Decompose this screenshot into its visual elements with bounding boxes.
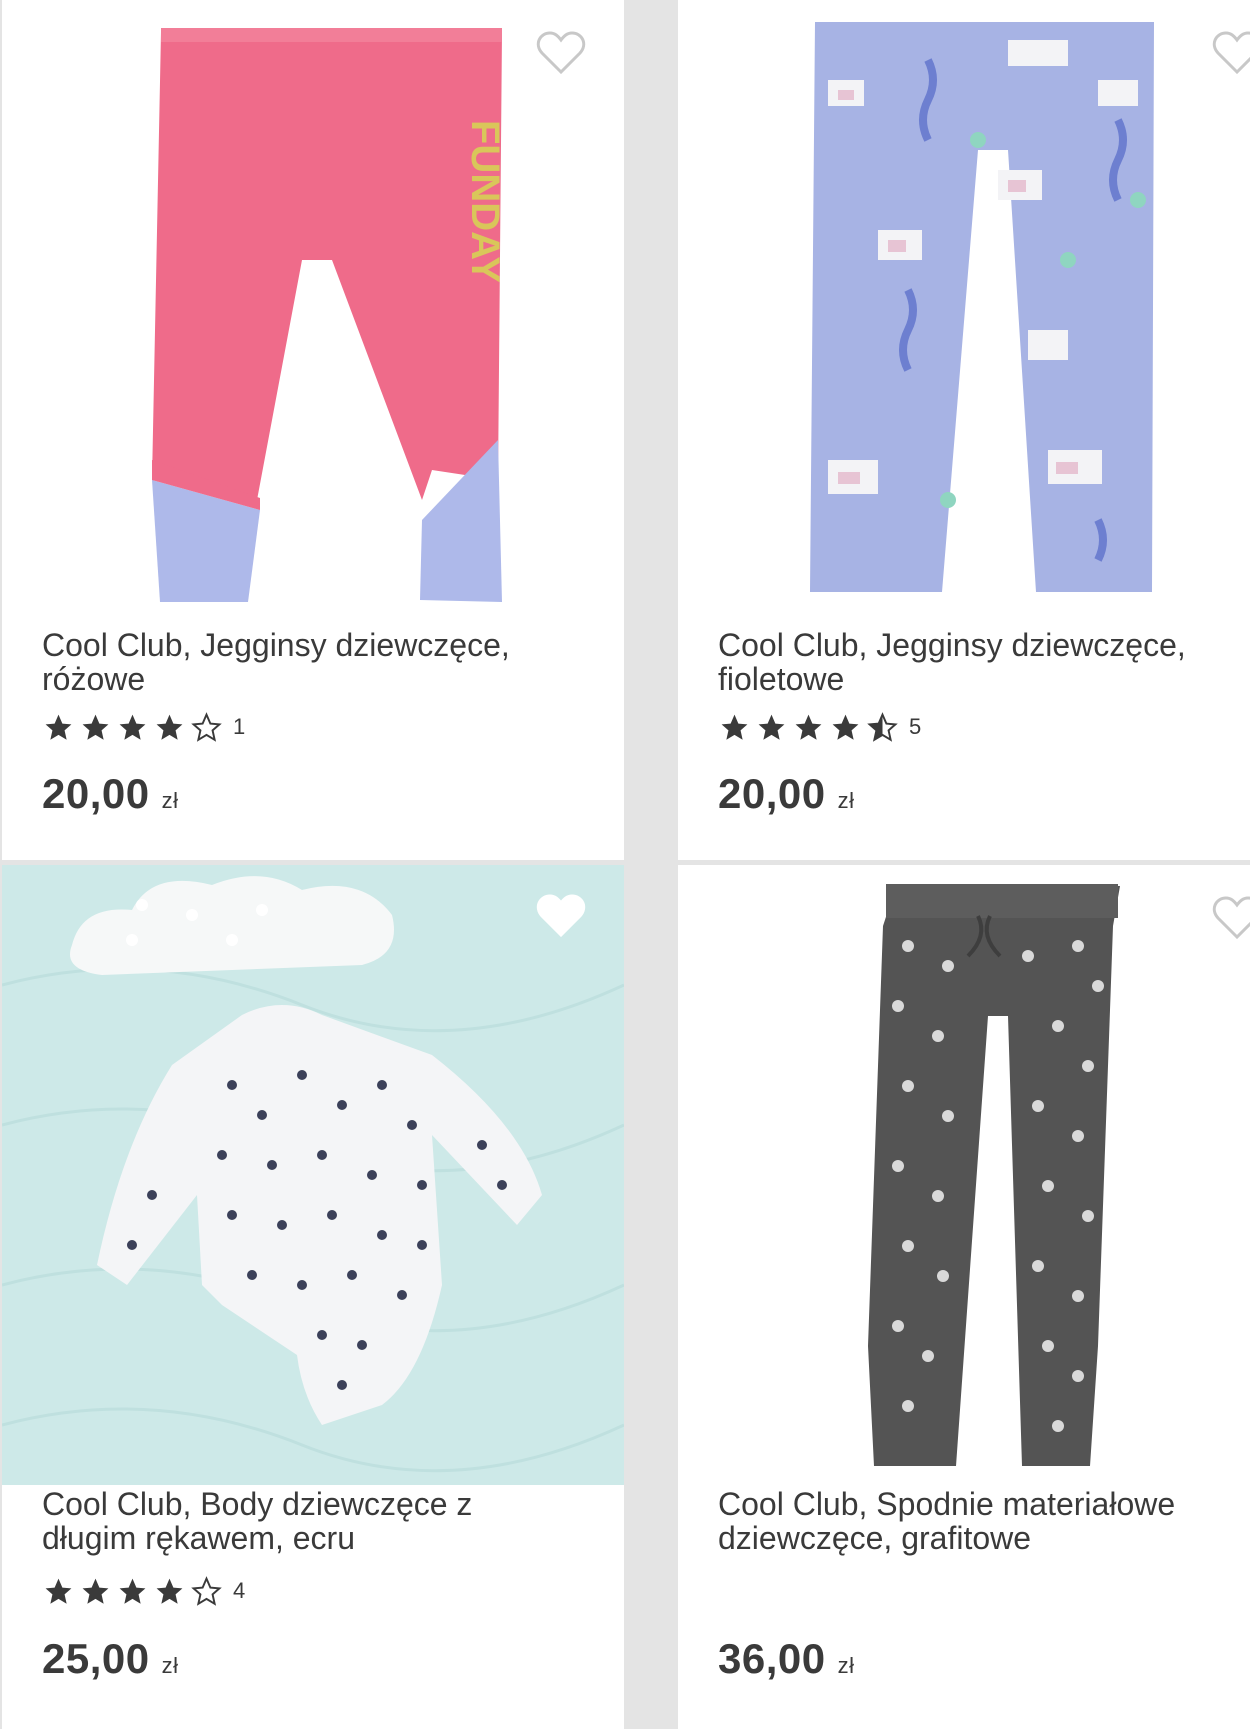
price-value: 36,00 xyxy=(718,1635,826,1682)
product-title-line: długim rękawem, ecru xyxy=(42,1520,355,1556)
price-value: 20,00 xyxy=(718,770,826,817)
star-icon xyxy=(45,714,72,740)
star-icon xyxy=(82,1578,109,1604)
star-icon xyxy=(82,714,109,740)
product-image-pink-jeggings[interactable]: FUNDAY xyxy=(2,0,624,622)
star-icon xyxy=(45,1578,72,1604)
star-icon xyxy=(119,714,146,740)
product-title-line: fioletowe xyxy=(718,661,845,697)
rating-stars: 5 xyxy=(718,711,922,742)
star-empty-icon xyxy=(191,711,222,742)
heart-icon[interactable] xyxy=(1212,895,1250,941)
star-icon xyxy=(832,714,859,740)
rating-stars: 1 xyxy=(42,711,246,742)
heart-icon[interactable] xyxy=(536,30,586,76)
product-card[interactable]: FUNDAY Cool Club, Jegginsy dziewczęce, r… xyxy=(2,0,624,860)
rating-count: 4 xyxy=(233,1578,246,1603)
product-image-white-bodysuit[interactable] xyxy=(2,865,624,1485)
currency: zł xyxy=(837,788,855,813)
product-title-line: dziewczęce, grafitowe xyxy=(718,1520,1032,1556)
star-icon xyxy=(156,1578,183,1604)
product-price: 20,00 zł xyxy=(718,770,855,818)
product-price: 36,00 zł xyxy=(718,1635,855,1683)
heart-icon[interactable] xyxy=(536,893,586,939)
star-half-icon xyxy=(867,711,898,742)
svg-text:FUNDAY: FUNDAY xyxy=(463,120,507,283)
star-icon xyxy=(119,1578,146,1604)
star-empty-icon xyxy=(191,1575,222,1606)
rating-count: 1 xyxy=(233,714,246,739)
star-icon xyxy=(758,714,785,740)
star-icon xyxy=(721,714,748,740)
rating-count: 5 xyxy=(909,714,922,739)
product-card[interactable]: Cool Club, Spodnie materiałowe dziewczęc… xyxy=(678,865,1250,1729)
product-title-line: Cool Club, Spodnie materiałowe xyxy=(718,1486,1176,1522)
product-image-blue-jeggings[interactable] xyxy=(678,0,1250,622)
product-title[interactable]: Cool Club, Body dziewczęce z długim ręka… xyxy=(42,1487,572,1555)
rating-stars: 4 xyxy=(42,1575,246,1606)
star-icon xyxy=(156,714,183,740)
currency: zł xyxy=(837,1653,855,1678)
product-card[interactable]: Cool Club, Body dziewczęce z długim ręka… xyxy=(2,865,624,1729)
product-price: 25,00 zł xyxy=(42,1635,179,1683)
product-title[interactable]: Cool Club, Jegginsy dziewczęce, fioletow… xyxy=(718,628,1248,696)
currency: zł xyxy=(161,1653,179,1678)
product-title-line: różowe xyxy=(42,661,146,697)
product-title-line: Cool Club, Body dziewczęce z xyxy=(42,1486,473,1522)
price-value: 20,00 xyxy=(42,770,150,817)
product-title-line: Cool Club, Jegginsy dziewczęce, xyxy=(42,627,510,663)
currency: zł xyxy=(161,788,179,813)
product-title[interactable]: Cool Club, Jegginsy dziewczęce, różowe xyxy=(42,628,572,696)
product-grid: FUNDAY Cool Club, Jegginsy dziewczęce, r… xyxy=(0,0,1250,1729)
product-image-graphite-trousers[interactable] xyxy=(678,865,1250,1487)
price-value: 25,00 xyxy=(42,1635,150,1682)
product-price: 20,00 zł xyxy=(42,770,179,818)
star-icon xyxy=(795,714,822,740)
product-title-line: Cool Club, Jegginsy dziewczęce, xyxy=(718,627,1186,663)
heart-icon[interactable] xyxy=(1212,30,1250,76)
product-card[interactable]: Cool Club, Jegginsy dziewczęce, fioletow… xyxy=(678,0,1250,860)
product-title[interactable]: Cool Club, Spodnie materiałowe dziewczęc… xyxy=(718,1487,1248,1555)
